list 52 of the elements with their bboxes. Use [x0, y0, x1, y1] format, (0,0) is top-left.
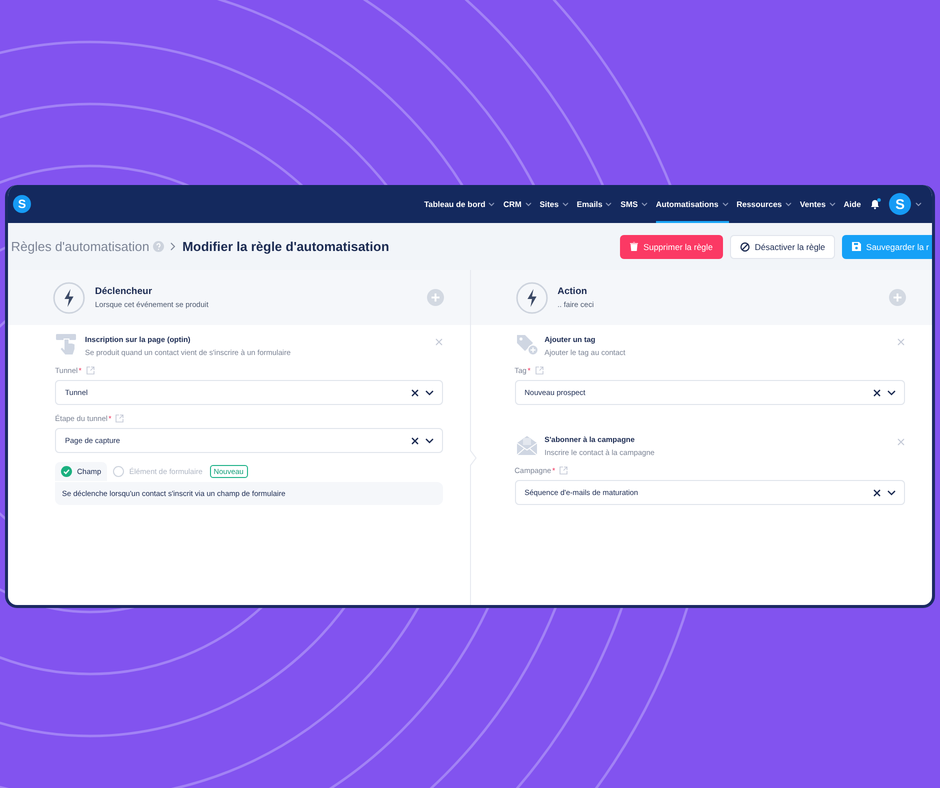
section-title: Déclencheur [95, 286, 154, 297]
caret-icon [640, 202, 648, 206]
lightning-icon [516, 282, 548, 314]
nav-menu-item[interactable]: Sites [540, 185, 569, 223]
chevron-down-icon[interactable] [424, 438, 434, 444]
radio-icon[interactable] [113, 466, 124, 477]
disable-rule-button[interactable]: Désactiver la règle [730, 234, 836, 258]
hand-pointer-icon [55, 333, 79, 357]
lightning-icon [53, 282, 85, 314]
help-icon[interactable] [153, 241, 164, 252]
help-link[interactable]: Aide [844, 200, 861, 208]
add-icon[interactable] [889, 289, 906, 306]
save-icon [852, 242, 862, 251]
caret-icon [915, 202, 922, 206]
clear-icon[interactable] [873, 488, 881, 496]
clear-icon[interactable] [410, 388, 418, 396]
close-icon[interactable] [434, 338, 442, 346]
trash-icon [630, 242, 638, 251]
delete-rule-button[interactable]: Supprimer la règle [620, 234, 723, 258]
chevron-down-icon[interactable] [424, 390, 434, 396]
nav-menu-item[interactable]: Ventes [800, 185, 836, 223]
nav-menu-item[interactable]: CRM [503, 185, 532, 223]
external-link-icon[interactable] [559, 466, 568, 475]
caret-icon [562, 202, 569, 206]
radio-icon[interactable] [61, 466, 72, 477]
external-link-icon[interactable] [115, 414, 124, 423]
chevron-down-icon[interactable] [887, 490, 896, 496]
chevron-down-icon[interactable] [887, 390, 896, 396]
clear-icon[interactable] [873, 388, 881, 396]
nav-menu-item[interactable]: Ressources [736, 185, 792, 223]
external-link-icon[interactable] [534, 366, 544, 375]
caret-icon [828, 202, 836, 206]
envelope-icon [514, 433, 538, 457]
clear-icon[interactable] [410, 436, 418, 444]
disable-icon [740, 242, 750, 252]
bell-icon[interactable] [869, 198, 881, 210]
caret-icon [605, 202, 612, 206]
nav-menu-item[interactable]: SMS [620, 185, 648, 223]
nav-menu-item[interactable]: Tableau de bord [424, 185, 496, 223]
external-link-icon[interactable] [86, 366, 95, 375]
close-icon[interactable] [897, 338, 905, 346]
add-icon[interactable] [426, 289, 444, 306]
chevron-right-icon [170, 242, 176, 251]
tag-add-icon [514, 333, 538, 357]
caret-icon [524, 202, 532, 206]
caret-icon [722, 202, 728, 206]
caret-icon [784, 202, 792, 206]
nav-menu-item[interactable]: Emails [576, 185, 612, 223]
close-icon[interactable] [897, 438, 905, 446]
section-title: Action [558, 286, 588, 297]
caret-icon [488, 202, 496, 206]
page-title: Modifier la règle d'automatisation [182, 239, 390, 254]
